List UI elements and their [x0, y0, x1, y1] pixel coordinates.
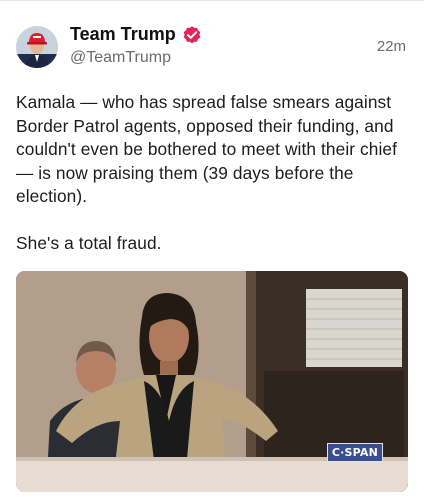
verified-badge-icon	[183, 25, 201, 43]
author-info: Team Trump @TeamTrump	[70, 24, 202, 67]
cspan-watermark: C·SPAN	[326, 443, 383, 462]
avatar-image	[16, 26, 58, 68]
post-body: Kamala — who has spread false smears aga…	[16, 91, 412, 256]
post-header: Team Trump @TeamTrump 22m	[0, 0, 424, 90]
author-handle[interactable]: @TeamTrump	[70, 49, 202, 67]
post-media-image[interactable]: C·SPAN	[16, 271, 408, 492]
post-paragraph: Kamala — who has spread false smears aga…	[16, 92, 398, 207]
post-timestamp[interactable]: 22m	[377, 38, 406, 55]
author-display-name[interactable]: Team Trump	[70, 24, 176, 45]
author-avatar[interactable]	[16, 26, 58, 68]
post-paragraph: She's a total fraud.	[16, 232, 162, 253]
